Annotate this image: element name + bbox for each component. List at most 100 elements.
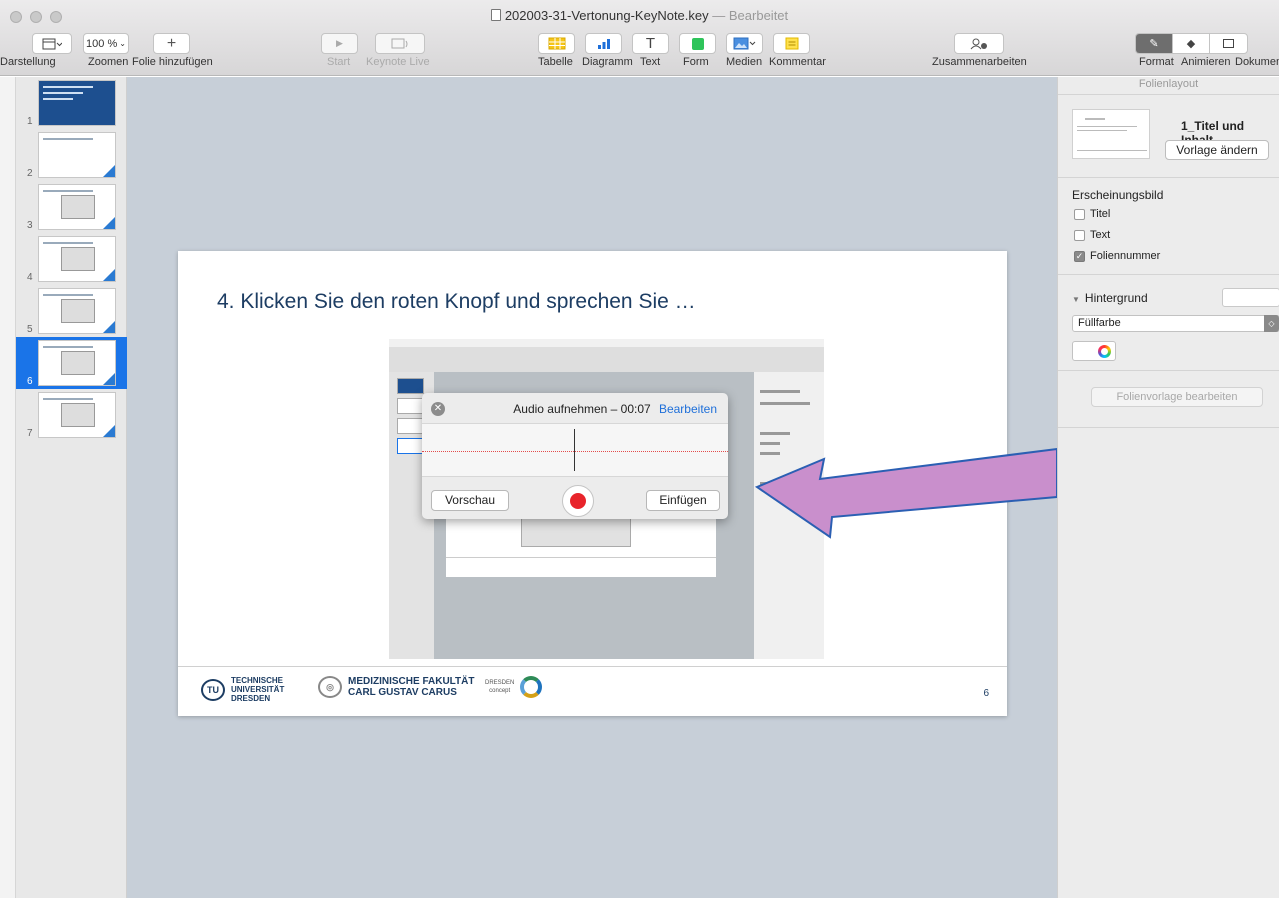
zoom-label: Zoomen <box>88 56 129 68</box>
collaborate-button[interactable] <box>954 33 1004 54</box>
slide-number: 1 <box>27 116 33 127</box>
slide-thumbnail-7[interactable]: 7 <box>16 389 127 441</box>
divider <box>1058 177 1279 178</box>
playhead <box>574 429 575 471</box>
checkbox-box <box>1074 229 1085 241</box>
document-label: Dokument <box>1235 56 1279 68</box>
text-icon: T <box>645 35 656 52</box>
chevron-down-icon: ⌄ <box>119 39 126 48</box>
inspector-tabs: ✎ ◆ <box>1135 33 1248 54</box>
slide-title[interactable]: 4. Klicken Sie den roten Knopf und sprec… <box>217 290 696 314</box>
slide-number-footer: 6 <box>983 688 989 699</box>
collaborate-label: Zusammenarbeiten <box>932 56 1027 68</box>
text-button[interactable]: T <box>632 33 669 54</box>
document-tab[interactable] <box>1210 34 1247 53</box>
select-arrows-icon: ◇ <box>1264 315 1279 332</box>
window-left-edge <box>0 77 16 898</box>
background-color-well[interactable] <box>1222 288 1279 307</box>
animate-tab[interactable]: ◆ <box>1173 34 1210 53</box>
window-toolbar: 202003-31-Vertonung-KeyNote.key — Bearbe… <box>0 0 1279 76</box>
media-icon <box>733 37 755 50</box>
slide-thumbnail-6[interactable]: 6 <box>16 337 127 389</box>
slide-number: 3 <box>27 220 33 231</box>
comment-icon <box>785 37 798 50</box>
play-label: Start <box>327 56 351 68</box>
chart-button[interactable] <box>585 33 622 54</box>
play-button[interactable]: ▶ <box>321 33 358 54</box>
appearance-title: Erscheinungsbild <box>1072 188 1164 202</box>
text-checkbox[interactable]: Text <box>1074 229 1110 241</box>
slide-number: 5 <box>27 324 33 335</box>
shape-icon <box>691 37 704 50</box>
view-button[interactable] <box>32 33 72 54</box>
media-button[interactable] <box>726 33 763 54</box>
background-title[interactable]: ▼ Hintergrund <box>1072 291 1148 305</box>
seal-icon: ◎ <box>318 676 342 698</box>
audio-record-dialog: ✕ Audio aufnehmen – 00:07 Bearbeiten Vor… <box>422 393 728 519</box>
window-title: 202003-31-Vertonung-KeyNote.key — Bearbe… <box>0 8 1279 23</box>
slide-number: 7 <box>27 428 33 439</box>
color-wheel-icon <box>1098 345 1111 358</box>
document-panel-icon <box>1223 39 1234 48</box>
format-tab[interactable]: ✎ <box>1136 34 1173 53</box>
change-master-button[interactable]: Vorlage ändern <box>1165 140 1269 160</box>
collaborate-icon <box>970 38 987 50</box>
title-checkbox[interactable]: Titel <box>1074 208 1110 220</box>
add-slide-button[interactable]: + <box>153 33 190 54</box>
dresden-concept-logo: DRESDEN concept <box>485 676 543 698</box>
slide-number-checkbox[interactable]: ✓ Foliennummer <box>1074 250 1160 262</box>
keynote-live-label: Keynote Live <box>366 56 430 68</box>
slide-thumbnail-1[interactable]: 1 <box>16 77 127 129</box>
disclosure-triangle-icon: ▼ <box>1072 295 1080 304</box>
text-label: Text <box>640 56 661 68</box>
shape-button[interactable] <box>679 33 716 54</box>
format-inspector: Folienlayout 1_Titel und Inhalt Vorlage … <box>1057 77 1279 898</box>
zoom-select[interactable]: 100 % ⌄ <box>83 33 129 54</box>
table-button[interactable] <box>538 33 575 54</box>
waveform-area <box>422 423 728 477</box>
format-label: Format <box>1139 56 1174 68</box>
record-button[interactable] <box>562 485 594 517</box>
chart-label: Diagramm <box>582 56 633 68</box>
medical-faculty-logo: ◎ MEDIZINISCHE FAKULTÄT CARL GUSTAV CARUS <box>318 676 474 698</box>
live-icon <box>391 38 408 48</box>
divider <box>1058 274 1279 275</box>
slide-thumbnail-4[interactable]: 4 <box>16 233 127 285</box>
checkmark-icon: ✓ <box>1074 250 1085 262</box>
divider <box>1058 370 1279 371</box>
fill-type-select[interactable]: Füllfarbe ◇ <box>1072 315 1279 332</box>
keynote-live-button[interactable] <box>375 33 425 54</box>
edit-master-button[interactable]: Folienvorlage bearbeiten <box>1091 387 1263 407</box>
slide-thumbnail-5[interactable]: 5 <box>16 285 127 337</box>
table-icon <box>548 37 565 50</box>
layout-thumbnail[interactable] <box>1072 109 1150 159</box>
dresden-ring-icon <box>520 676 543 698</box>
comment-label: Kommentar <box>769 56 826 68</box>
fill-color-picker[interactable] <box>1072 341 1116 361</box>
slide-thumbnail-3[interactable]: 3 <box>16 181 127 233</box>
shape-label: Form <box>683 56 709 68</box>
divider <box>1058 427 1279 428</box>
slide-thumbnail-image <box>38 288 116 334</box>
slide-number: 4 <box>27 272 33 283</box>
zoom-value: 100 % <box>86 37 118 50</box>
slide-number: 6 <box>27 376 33 387</box>
preview-button[interactable]: Vorschau <box>431 490 509 511</box>
play-icon: ▶ <box>336 38 343 48</box>
slide-navigator[interactable]: 1 2 3 4 5 6 7 <box>16 77 127 898</box>
checkbox-box <box>1074 208 1085 220</box>
edit-link[interactable]: Bearbeiten <box>659 402 717 416</box>
slide-thumbnail-2[interactable]: 2 <box>16 129 127 181</box>
view-icon <box>42 38 62 49</box>
slide-thumbnail-image <box>38 236 116 282</box>
inspector-header: Folienlayout <box>1058 77 1279 95</box>
insert-button[interactable]: Einfügen <box>646 490 720 511</box>
add-slide-label: Folie hinzufügen <box>132 56 213 68</box>
slide-thumbnail-image <box>38 340 116 386</box>
plus-icon: + <box>166 34 177 52</box>
record-icon <box>570 493 586 509</box>
screenshot-menubar <box>389 339 824 347</box>
comment-button[interactable] <box>773 33 810 54</box>
media-label: Medien <box>726 56 763 68</box>
slide-canvas[interactable]: 4. Klicken Sie den roten Knopf und sprec… <box>127 77 1057 898</box>
